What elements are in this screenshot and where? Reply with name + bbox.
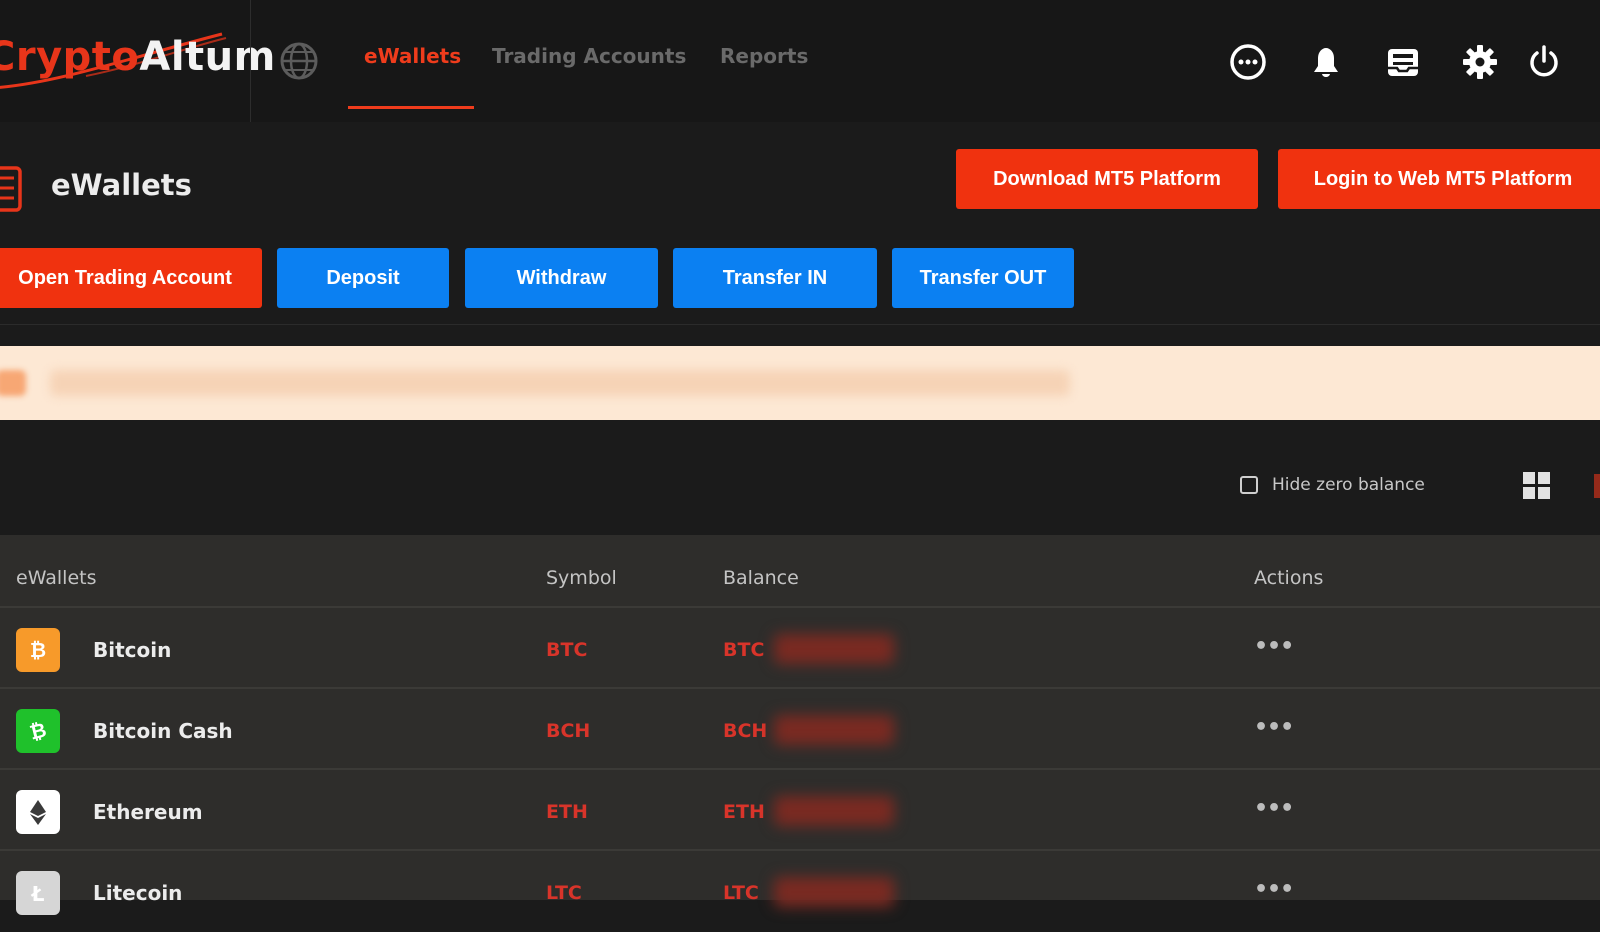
open-trading-account-button[interactable]: Open Trading Account — [0, 248, 262, 308]
hide-zero-balance-toggle[interactable]: Hide zero balance — [1240, 475, 1425, 495]
wallet-name: Bitcoin Cash — [93, 719, 233, 743]
column-header-symbol: Symbol — [546, 567, 617, 589]
row-actions-menu[interactable]: ••• — [1254, 796, 1294, 821]
row-actions-menu[interactable]: ••• — [1254, 877, 1294, 902]
wallet-balance-prefix: LTC — [723, 882, 759, 904]
login-web-mt5-button[interactable]: Login to Web MT5 Platform — [1278, 149, 1600, 209]
bitcoin-cash-icon: ₿ — [16, 709, 60, 753]
row-actions-menu[interactable]: ••• — [1254, 634, 1294, 659]
wallet-symbol: LTC — [546, 882, 582, 904]
list-view-icon-partial[interactable] — [1594, 474, 1600, 498]
brand-name-part1: Crypto — [0, 34, 140, 80]
column-header-balance: Balance — [723, 567, 799, 589]
bitcoin-icon: ₿ — [16, 628, 60, 672]
wallet-balance-hidden — [774, 634, 894, 664]
download-mt5-button[interactable]: Download MT5 Platform — [956, 149, 1258, 209]
table-row[interactable]: ₿ Bitcoin BTC BTC ••• — [0, 608, 1600, 689]
notice-icon — [0, 370, 26, 396]
wallet-name: Bitcoin — [93, 638, 172, 662]
wallet-name: Ethereum — [93, 800, 203, 824]
notice-banner — [0, 346, 1600, 420]
brand-name: CryptoAltum — [0, 34, 276, 80]
hide-zero-balance-checkbox[interactable] — [1240, 476, 1258, 494]
svg-text:Ł: Ł — [31, 882, 45, 906]
wallet-symbol: BTC — [546, 639, 588, 661]
row-actions-menu[interactable]: ••• — [1254, 715, 1294, 740]
transfer-in-button[interactable]: Transfer IN — [673, 248, 877, 308]
section-divider — [0, 324, 1600, 325]
wallet-symbol: ETH — [546, 801, 588, 823]
grid-view-icon[interactable] — [1522, 471, 1552, 501]
wallet-balance-hidden — [774, 796, 894, 826]
svg-text:₿: ₿ — [27, 717, 49, 744]
nav-trading-accounts[interactable]: Trading Accounts — [492, 44, 686, 68]
brand-name-part2: Altum — [139, 34, 276, 80]
ethereum-icon — [16, 790, 60, 834]
active-nav-indicator — [348, 106, 474, 109]
top-bar: CryptoAltum eWallets Trading Accounts Re… — [0, 0, 1600, 122]
withdraw-button[interactable]: Withdraw — [465, 248, 658, 308]
wallet-balance-prefix: BCH — [723, 720, 768, 742]
ewallets-table: eWallets Symbol Balance Actions ₿ Bitcoi… — [0, 535, 1600, 915]
power-icon[interactable] — [1524, 42, 1564, 82]
deposit-button[interactable]: Deposit — [277, 248, 449, 308]
wallet-icon — [0, 166, 22, 212]
bell-icon[interactable] — [1306, 42, 1346, 82]
wallet-name: Litecoin — [93, 881, 183, 905]
chat-icon[interactable] — [1228, 42, 1268, 82]
table-row[interactable]: Ł Litecoin LTC LTC ••• — [0, 851, 1600, 932]
table-row[interactable]: Ethereum ETH ETH ••• — [0, 770, 1600, 851]
litecoin-icon: Ł — [16, 871, 60, 915]
column-header-actions: Actions — [1254, 567, 1324, 589]
gear-icon[interactable] — [1460, 42, 1500, 82]
nav-ewallets[interactable]: eWallets — [364, 44, 461, 68]
nav-reports[interactable]: Reports — [720, 44, 808, 68]
transfer-out-button[interactable]: Transfer OUT — [892, 248, 1074, 308]
wallet-balance-hidden — [774, 715, 894, 745]
page-title: eWallets — [51, 168, 192, 202]
wallet-balance-prefix: ETH — [723, 801, 765, 823]
wallet-symbol: BCH — [546, 720, 591, 742]
column-header-ewallets: eWallets — [16, 567, 97, 589]
wallet-balance-hidden — [774, 877, 894, 907]
hide-zero-balance-label: Hide zero balance — [1272, 475, 1425, 495]
header-divider — [250, 0, 251, 122]
svg-text:₿: ₿ — [30, 638, 46, 662]
inbox-icon[interactable] — [1383, 42, 1423, 82]
brand-logo[interactable]: CryptoAltum — [0, 26, 275, 96]
wallet-balance-prefix: BTC — [723, 639, 765, 661]
table-row[interactable]: ₿ Bitcoin Cash BCH BCH ••• — [0, 689, 1600, 770]
notice-text-blurred — [50, 370, 1070, 396]
globe-icon[interactable] — [279, 41, 319, 81]
